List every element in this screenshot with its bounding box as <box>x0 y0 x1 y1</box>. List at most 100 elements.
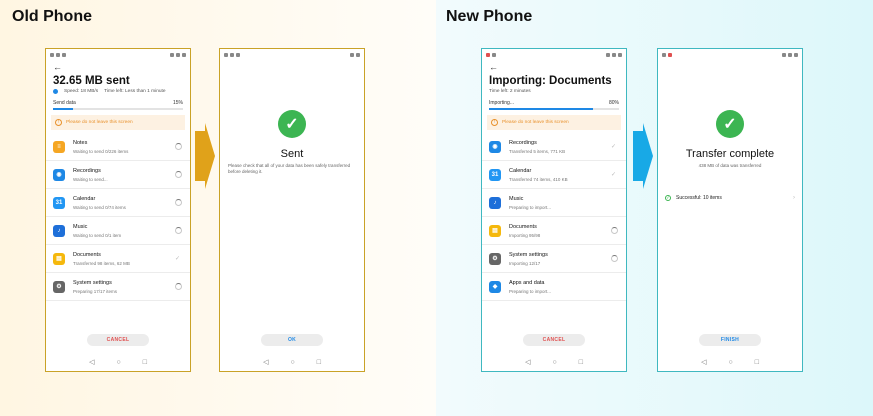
list-item[interactable]: ⚙ System settings Preparing 17/17 items <box>46 273 190 301</box>
item-status: Waiting to send... <box>73 176 108 182</box>
nav-recents-icon[interactable]: □ <box>143 359 147 366</box>
progress-label: Send data <box>53 100 76 106</box>
new-phone-heading: New Phone <box>446 8 533 25</box>
list-item[interactable]: ⚙ System settings Importing 12/17 <box>482 245 626 273</box>
loading-spinner-icon <box>611 226 619 235</box>
progress-bar <box>53 108 183 110</box>
warning-icon: ! <box>491 119 498 126</box>
list-item[interactable]: ♪ Music Preparing to import... <box>482 189 626 217</box>
nav-home-icon[interactable]: ○ <box>116 359 120 366</box>
list-item[interactable]: ≡ Notes Waiting to send 0/226 items <box>46 133 190 161</box>
item-status: Transferred 74 items, 410 KB <box>509 176 568 182</box>
nav-home-icon[interactable]: ○ <box>728 359 732 366</box>
item-name: Notes <box>73 139 88 146</box>
done-check-icon: ✓ <box>611 143 617 150</box>
item-status: Waiting to send 0/226 items <box>73 148 129 154</box>
arrow-right-icon <box>195 123 215 189</box>
transfer-summary: 438 MB of data was transferred <box>698 163 762 168</box>
time-left-text: Time left: 2 minutes <box>489 89 531 94</box>
status-bar <box>46 49 190 60</box>
loading-spinner-icon <box>175 170 183 179</box>
warning-text: Please do not leave this screen <box>502 120 569 125</box>
success-check-icon: ✓ <box>716 110 744 138</box>
nav-home-icon[interactable]: ○ <box>552 359 556 366</box>
item-status: Transferred 5 items, 771 KB <box>509 148 566 154</box>
list-item[interactable]: ◉ Recordings Transferred 5 items, 771 KB ✓ <box>482 133 626 161</box>
warning-banner: ! Please do not leave this screen <box>51 115 185 130</box>
nav-bar: ◁ ○ □ <box>658 357 802 367</box>
nav-bar: ◁ ○ □ <box>482 357 626 367</box>
ok-button[interactable]: OK <box>261 334 323 346</box>
loading-spinner-icon <box>611 254 619 263</box>
chevron-right-icon: › <box>793 195 795 202</box>
result-row[interactable]: ✓ Successful: 10 items › <box>665 195 795 202</box>
sent-message: Please check that all of your data has b… <box>228 163 351 175</box>
item-name: Calendar <box>73 195 96 202</box>
notes-icon: ≡ <box>53 140 65 153</box>
page-title: 32.65 MB sent <box>53 75 130 87</box>
list-item[interactable]: ▤ Documents Transferred 98 items, 62 MB ✓ <box>46 245 190 273</box>
progress-header: Importing... 80% <box>482 94 626 108</box>
cancel-button[interactable]: CANCEL <box>87 334 149 346</box>
music-icon: ♪ <box>489 196 501 209</box>
nav-back-icon[interactable]: ◁ <box>89 358 94 366</box>
music-icon: ♪ <box>53 224 65 237</box>
loading-spinner-icon <box>175 226 183 235</box>
finish-button[interactable]: FINISH <box>699 334 761 346</box>
list-item[interactable]: ◆ Apps and data Preparing to import... <box>482 273 626 301</box>
item-status: Importing 12/17 <box>509 260 541 266</box>
old-phone-heading: Old Phone <box>12 8 92 25</box>
back-arrow-icon[interactable]: ← <box>46 60 190 74</box>
time-left-text: Time left: Less than 1 minute <box>104 89 166 94</box>
list-item[interactable]: ◉ Recordings Waiting to send... <box>46 161 190 189</box>
progress-value: 80% <box>608 100 619 106</box>
item-status: Preparing to import... <box>509 204 552 210</box>
nav-back-icon[interactable]: ◁ <box>525 358 530 366</box>
item-status: Waiting to send 0/1 item <box>73 232 122 238</box>
item-name: Recordings <box>509 139 537 146</box>
nav-back-icon[interactable]: ◁ <box>701 358 706 366</box>
speed-text: Speed: 18 MB/s <box>64 89 99 94</box>
old-phone-sent-screen: ✓ Sent Please check that all of your dat… <box>219 48 365 372</box>
nav-back-icon[interactable]: ◁ <box>263 358 268 366</box>
loading-spinner-icon <box>175 198 183 207</box>
list-item[interactable]: ♪ Music Waiting to send 0/1 item <box>46 217 190 245</box>
list-item[interactable]: 31 Calendar Transferred 74 items, 410 KB ✓ <box>482 161 626 189</box>
recordings-icon: ◉ <box>489 140 501 153</box>
progress-label: Importing... <box>489 100 515 106</box>
documents-icon: ▤ <box>489 224 501 237</box>
list-item[interactable]: ▤ Documents Importing 95/98 <box>482 217 626 245</box>
progress-fill <box>53 108 73 110</box>
item-name: System settings <box>73 279 112 286</box>
nav-recents-icon[interactable]: □ <box>579 359 583 366</box>
item-status: Importing 95/98 <box>509 232 541 238</box>
back-arrow-icon[interactable]: ← <box>482 60 626 74</box>
calendar-icon: 31 <box>489 168 501 181</box>
speed-icon <box>53 89 58 94</box>
done-check-icon: ✓ <box>611 171 617 178</box>
cancel-button[interactable]: CANCEL <box>523 334 585 346</box>
item-name: Music <box>509 195 524 202</box>
nav-recents-icon[interactable]: □ <box>755 359 759 366</box>
data-list: ◉ Recordings Transferred 5 items, 771 KB ✓ 3… <box>482 133 626 301</box>
nav-home-icon[interactable]: ○ <box>290 359 294 366</box>
new-phone-import-screen: ← Importing: Documents Time left: 2 minu… <box>481 48 627 372</box>
nav-bar: ◁ ○ □ <box>46 357 190 367</box>
arrow-right-icon <box>633 123 653 189</box>
recordings-icon: ◉ <box>53 168 65 181</box>
documents-icon: ▤ <box>53 252 65 265</box>
nav-recents-icon[interactable]: □ <box>317 359 321 366</box>
status-placeholder <box>611 199 619 207</box>
page-title: Sent <box>280 148 304 160</box>
page-title: Transfer complete <box>685 148 775 160</box>
success-icon: ✓ <box>665 195 671 202</box>
apps-icon: ◆ <box>489 280 501 293</box>
progress-header: Send data 15% <box>46 94 190 108</box>
page-title: Importing: Documents <box>489 75 612 87</box>
settings-icon: ⚙ <box>489 252 501 265</box>
item-status: Preparing 17/17 items <box>73 288 118 294</box>
progress-fill <box>489 108 593 110</box>
item-name: Music <box>73 223 88 230</box>
list-item[interactable]: 31 Calendar Waiting to send 0/74 items <box>46 189 190 217</box>
status-bar <box>220 49 364 60</box>
